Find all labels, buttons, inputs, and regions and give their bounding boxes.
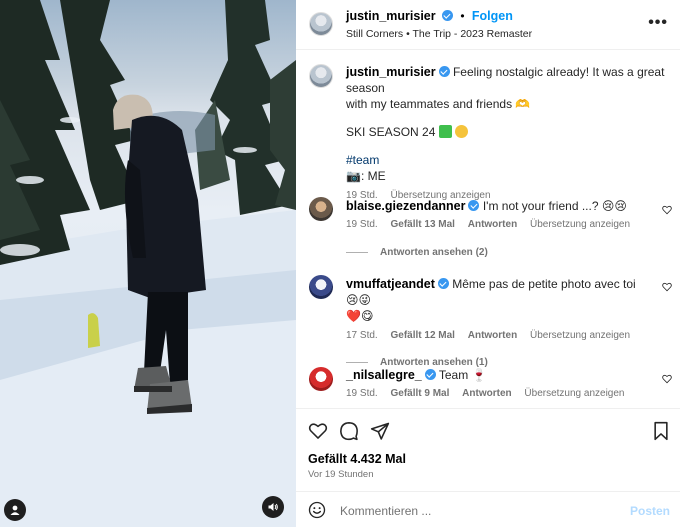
check-mark-emoji-icon	[438, 125, 452, 138]
comment-meta: 19 Std. Gefällt 13 Mal Antworten Überset…	[346, 219, 651, 230]
comment-reply-button[interactable]: Antworten	[468, 219, 517, 230]
caption-avatar[interactable]	[309, 64, 333, 88]
caption-season-text: SKI SEASON 24	[346, 125, 436, 139]
comment-time[interactable]: 17 Std.	[346, 330, 378, 341]
comment-username[interactable]: vmuffatjeandet	[346, 277, 435, 291]
comment-likes[interactable]: Gefällt 9 Mal	[390, 388, 449, 399]
verified-badge-icon	[424, 369, 436, 380]
speaker-icon	[268, 503, 278, 511]
verified-badge-icon	[441, 10, 453, 21]
sound-toggle-button[interactable]	[262, 496, 284, 518]
commenter-avatar[interactable]	[309, 367, 333, 391]
comment-meta: 17 Std. Gefällt 12 Mal Antworten Überset…	[346, 330, 651, 341]
comment-text-line2: ❤️😋	[346, 309, 374, 323]
save-bookmark-icon[interactable]	[652, 421, 670, 441]
comment-like-heart-icon[interactable]	[662, 374, 672, 384]
author-username[interactable]: justin_murisier	[346, 9, 436, 23]
commenter-avatar[interactable]	[309, 197, 333, 221]
comment-item: blaise.giezendanner I'm not your friend …	[346, 198, 651, 258]
comment-bubble-icon[interactable]	[339, 421, 359, 441]
post-timestamp[interactable]: Vor 19 Stunden	[308, 469, 374, 480]
header-separator: •	[460, 9, 465, 23]
comment-input[interactable]: Kommentieren ...	[340, 504, 431, 518]
caption-credit: 📷: ME	[346, 169, 386, 183]
verified-badge-icon	[437, 278, 449, 289]
comment-translate-link[interactable]: Übersetzung anzeigen	[530, 330, 630, 341]
share-send-icon[interactable]	[370, 421, 390, 441]
comment-likes[interactable]: Gefällt 13 Mal	[390, 219, 454, 230]
comment-likes[interactable]: Gefällt 12 Mal	[390, 330, 454, 341]
comment-text: Team 🍷	[438, 368, 487, 382]
verified-badge-icon	[438, 66, 450, 77]
post-comment-button[interactable]: Posten	[630, 504, 670, 518]
author-avatar[interactable]	[309, 12, 333, 36]
comment-item: _nilsallegre_ Team 🍷 19 Std. Gefällt 9 M…	[346, 367, 651, 399]
comment-time[interactable]: 19 Std.	[346, 388, 378, 399]
caption: justin_murisier Feeling nostalgic alread…	[346, 64, 671, 201]
verified-badge-icon	[468, 200, 480, 211]
comment-composer: Kommentieren ... Posten	[296, 491, 680, 527]
comment-reply-button[interactable]: Antworten	[468, 330, 517, 341]
profile-tag-button[interactable]	[4, 499, 26, 521]
more-options-icon[interactable]: •••	[648, 14, 668, 32]
post-media-video[interactable]	[0, 0, 296, 527]
post-header: justin_murisier • Folgen Still Corners •…	[296, 0, 680, 50]
post-details-panel: justin_murisier • Folgen Still Corners •…	[296, 0, 680, 527]
user-icon	[10, 505, 20, 515]
comment-meta: 19 Std. Gefällt 9 Mal Antworten Übersetz…	[346, 388, 651, 399]
clap-emoji-icon	[455, 125, 469, 138]
comment-reply-button[interactable]: Antworten	[462, 388, 511, 399]
comment-translate-link[interactable]: Übersetzung anzeigen	[530, 219, 630, 230]
follow-button[interactable]: Folgen	[472, 9, 513, 23]
like-heart-icon[interactable]	[308, 421, 328, 441]
comment-text: I'm not your friend ...? 😢😢	[482, 199, 627, 213]
video-frame-image	[0, 0, 296, 527]
comment-username[interactable]: _nilsallegre_	[346, 368, 422, 382]
comment-translate-link[interactable]: Übersetzung anzeigen	[524, 388, 624, 399]
comment-username[interactable]: blaise.giezendanner	[346, 199, 465, 213]
commenter-avatar[interactable]	[309, 275, 333, 299]
caption-hashtag[interactable]: #team	[346, 152, 671, 168]
view-replies-button[interactable]: Antworten ansehen (2)	[346, 247, 651, 258]
audio-track-link[interactable]: Still Corners • The Trip - 2023 Remaster	[346, 28, 532, 40]
comment-time[interactable]: 19 Std.	[346, 219, 378, 230]
post-likes-count[interactable]: Gefällt 4.432 Mal	[308, 452, 406, 466]
caption-text-line2: with my teammates and friends 🫶	[346, 97, 531, 111]
caption-username[interactable]: justin_murisier	[346, 65, 436, 79]
comment-like-heart-icon[interactable]	[662, 205, 672, 215]
comment-like-heart-icon[interactable]	[662, 282, 672, 292]
comment-item: vmuffatjeandet Même pas de petite photo …	[346, 276, 651, 368]
emoji-picker-icon[interactable]	[308, 501, 326, 519]
caption-season: SKI SEASON 24	[346, 124, 671, 140]
